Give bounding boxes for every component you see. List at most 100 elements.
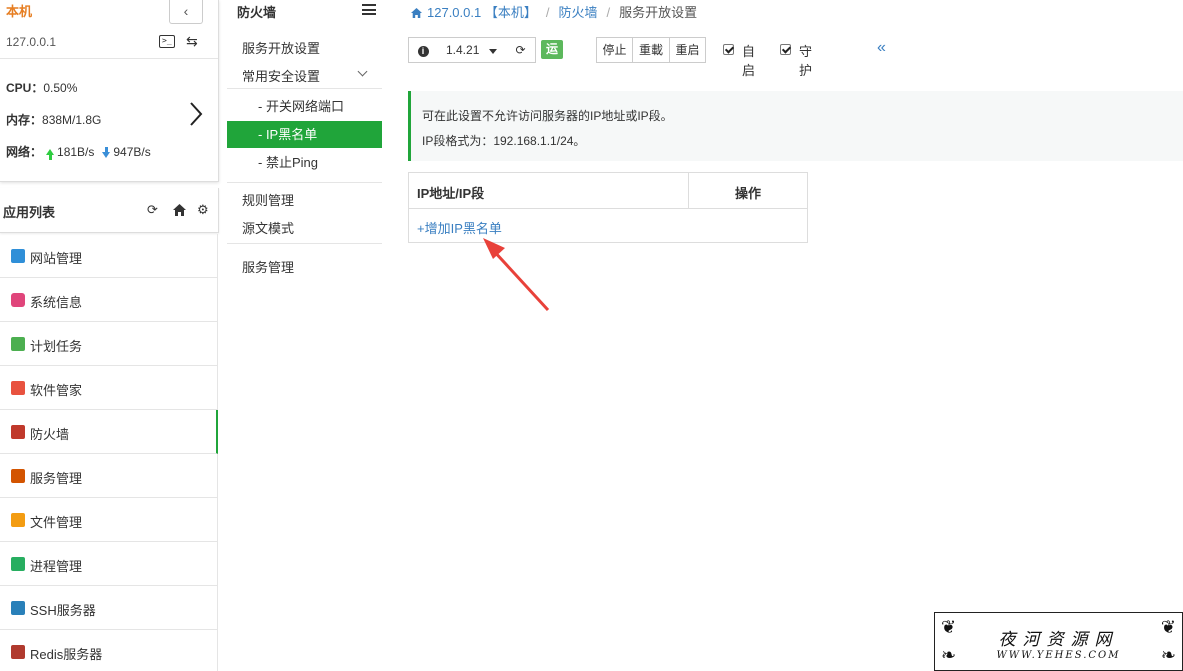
autostart-label: 自启 xyxy=(742,44,756,78)
app-item-cron[interactable]: 计划任务 xyxy=(0,322,218,366)
menu-item-common-security[interactable]: 常用安全设置 xyxy=(242,66,320,85)
server-ip: 127.0.0.1 xyxy=(6,35,57,49)
divider xyxy=(227,243,382,244)
divider xyxy=(227,182,382,183)
app-item-label: 系统信息 xyxy=(30,295,83,310)
app-item-services[interactable]: 服务管理 xyxy=(0,454,218,498)
services-icon xyxy=(11,469,25,483)
firewall-menu: 防火墙 服务开放设置 常用安全设置 - 开关网络端口 - IP黑名单 - 禁止P… xyxy=(220,0,382,671)
upload-arrow-icon xyxy=(46,149,55,160)
guard-checkbox[interactable] xyxy=(780,44,791,55)
memory-stat: 内存：838M/1.8G xyxy=(6,111,101,128)
app-item-firewall[interactable]: 防火墙 xyxy=(0,410,218,454)
refresh-button[interactable]: ⟳ xyxy=(506,37,536,63)
submenu-item-ping[interactable]: - 禁止Ping xyxy=(220,149,382,176)
menu-item-service-open[interactable]: 服务开放设置 xyxy=(242,38,320,57)
app-item-system-info[interactable]: 系统信息 xyxy=(0,278,218,322)
breadcrumb-firewall[interactable]: 防火墙 xyxy=(558,5,597,20)
menu-icon[interactable] xyxy=(362,4,376,15)
cpu-stat: CPU：0.50% xyxy=(6,79,77,96)
download-arrow-icon xyxy=(102,147,111,158)
breadcrumb-current: 服务开放设置 xyxy=(619,5,698,20)
cpu-value: 0.50% xyxy=(43,81,78,95)
column-header-ip: IP地址/IP段 xyxy=(417,186,485,201)
switch-icon[interactable]: ⇆ xyxy=(186,33,198,50)
server-panel: 本机 ‹ 127.0.0.1 >_ ⇆ CPU：0.50% 内存：838M/1.… xyxy=(0,0,219,182)
applist-title: 应用列表 xyxy=(3,205,56,220)
gear-icon[interactable]: ⚙ xyxy=(197,202,209,218)
watermark-url: WWW.YEHES.COM xyxy=(996,650,1121,661)
breadcrumb-separator: / xyxy=(606,5,611,20)
divider xyxy=(0,58,218,59)
website-icon xyxy=(11,249,25,263)
chevron-down-icon[interactable] xyxy=(357,66,368,77)
reload-button[interactable]: 重載 xyxy=(632,37,670,63)
calendar-icon xyxy=(11,337,25,351)
submenu-item-ports[interactable]: - 开关网络端口 xyxy=(220,93,382,120)
restart-button[interactable]: 重启 xyxy=(669,37,706,63)
submenu-item-ip-blacklist[interactable]: - IP黑名单 xyxy=(227,121,382,148)
pulse-icon xyxy=(11,557,25,571)
app-item-label: 防火墙 xyxy=(30,427,70,442)
guard-label: 守护 xyxy=(799,44,813,78)
breadcrumb-separator: / xyxy=(545,5,550,20)
refresh-icon[interactable]: ⟳ xyxy=(147,202,158,218)
breadcrumb: 127.0.0.1 【本机】 / 防火墙 / 服务开放设置 xyxy=(411,2,697,21)
server-title[interactable]: 本机 xyxy=(6,1,32,20)
app-item-website[interactable]: 网站管理 xyxy=(0,234,218,278)
app-store-icon xyxy=(11,381,25,395)
terminal-icon[interactable]: >_ xyxy=(159,35,175,48)
menu-item-service-manage[interactable]: 服务管理 xyxy=(242,257,294,276)
app-item-process[interactable]: 进程管理 xyxy=(0,542,218,586)
watermark-title: 夜河资源网 xyxy=(998,630,1119,650)
network-stat: 网络： 181B/s 947B/s xyxy=(6,143,151,160)
app-item-redis[interactable]: Redis服务器 xyxy=(0,630,218,671)
home-icon[interactable] xyxy=(173,204,186,216)
network-up-value: 181B/s xyxy=(57,145,95,159)
version-select[interactable]: 1.4.21 xyxy=(437,37,507,63)
app-item-files[interactable]: 文件管理 xyxy=(0,498,218,542)
left-sidebar: 本机 ‹ 127.0.0.1 >_ ⇆ CPU：0.50% 内存：838M/1.… xyxy=(0,0,219,671)
ip-blacklist-table: IP地址/IP段 操作 +增加IP黑名单 xyxy=(408,172,808,243)
memory-label: 内存： xyxy=(6,113,43,127)
cpu-label: CPU： xyxy=(6,81,44,95)
redis-icon xyxy=(11,645,25,659)
network-label: 网络： xyxy=(6,145,43,159)
caret-down-icon xyxy=(489,49,497,54)
app-item-label: 进程管理 xyxy=(30,559,83,574)
add-ip-blacklist-link[interactable]: +增加IP黑名单 xyxy=(417,218,502,237)
app-item-label: SSH服务器 xyxy=(30,603,96,618)
double-chevron-left-icon[interactable]: « xyxy=(877,39,886,57)
breadcrumb-home[interactable]: 127.0.0.1 【本机】 xyxy=(427,5,537,20)
watermark-logo: ❦ ❦ ❧ ❧ 夜河资源网 WWW.YEHES.COM xyxy=(934,612,1183,671)
app-item-software[interactable]: 软件管家 xyxy=(0,366,218,410)
firewall-icon xyxy=(11,425,25,439)
divider xyxy=(227,88,382,89)
app-item-label: 服务管理 xyxy=(30,471,83,486)
menu-item-source-mode[interactable]: 源文模式 xyxy=(242,218,294,237)
home-icon[interactable] xyxy=(411,8,422,18)
refresh-icon: ⟳ xyxy=(515,43,526,57)
app-item-ssh[interactable]: SSH服务器 xyxy=(0,586,218,630)
main-content: 127.0.0.1 【本机】 / 防火墙 / 服务开放设置 i 1.4.21 ⟳ 运行中… xyxy=(382,0,1183,671)
version-value: 1.4.21 xyxy=(446,43,480,57)
notice-line-1: 可在此设置不允许访问服务器的IP地址或IP段。 xyxy=(422,109,673,123)
collapse-sidebar-button[interactable]: ‹ xyxy=(169,0,203,24)
memory-value: 838M/1.8G xyxy=(42,113,102,127)
applist-header: 应用列表 ⟳ ⚙ xyxy=(0,188,219,233)
menu-title: 防火墙 xyxy=(237,5,277,20)
app-item-label: 计划任务 xyxy=(30,339,83,354)
terminal-icon xyxy=(11,601,25,615)
menu-item-rules[interactable]: 规则管理 xyxy=(242,190,294,209)
notice-box: 可在此设置不允许访问服务器的IP地址或IP段。 IP段格式为：192.168.1… xyxy=(408,91,1183,161)
column-header-action: 操作 xyxy=(734,186,761,201)
autostart-checkbox[interactable] xyxy=(723,44,734,55)
chevron-right-icon[interactable] xyxy=(187,101,205,127)
app-item-label: 软件管家 xyxy=(30,383,83,398)
info-icon: i xyxy=(417,46,429,57)
info-button[interactable]: i xyxy=(408,37,438,63)
network-down-value: 947B/s xyxy=(113,145,151,159)
info-icon xyxy=(11,293,25,307)
app-item-label: Redis服务器 xyxy=(30,647,103,662)
stop-button[interactable]: 停止 xyxy=(596,37,633,63)
